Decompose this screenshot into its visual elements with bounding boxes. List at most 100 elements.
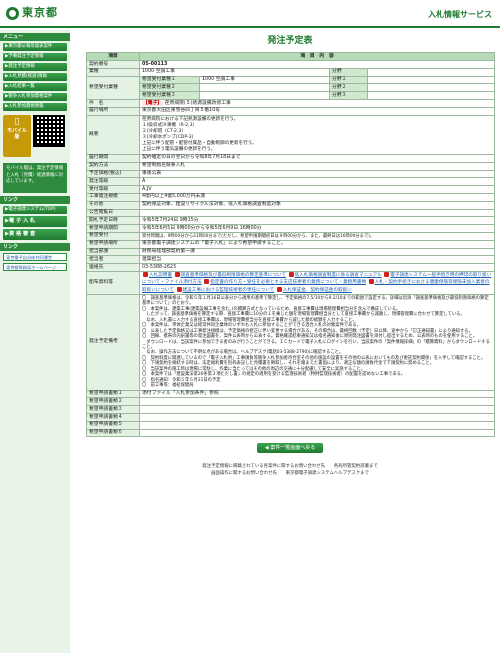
project-name: 【電子】 荏原病院(５)熱源設備改修工事 — [138, 98, 496, 108]
contract-number: 05-00113 — [138, 60, 496, 69]
hope1-label: 希望受付業種１ — [139, 75, 200, 85]
order-detail-table: 項目 項 目 内 容 契約番号 05-00113 業種 1000 空調工事 分野… — [86, 52, 496, 438]
row-label: 概要 — [86, 114, 140, 155]
row-label: 受付等級 — [86, 185, 140, 194]
pdf-icon — [384, 271, 390, 277]
field2-value — [366, 83, 496, 93]
tokyo-emblem-icon — [6, 6, 19, 20]
attachment-link[interactable]: 入札保証金、契約保証金の取扱い — [283, 288, 352, 293]
row-label: 希望申請書類１ — [86, 389, 140, 399]
opening-date: 令和5年7月24日 9時15分 — [138, 216, 496, 226]
page-title: 発注予定表 — [267, 36, 313, 46]
application-doc-6 — [138, 428, 496, 438]
remark-line: ダウンロードは、当該案件に参加できる者のみが行うことができる。ＩＣカードで電子入… — [142, 339, 490, 351]
project-name-text: 荏原病院(５)熱源設備改修工事 — [164, 100, 231, 106]
attachment-link[interactable]: 低入札価格調査制度に係る調査マニュアル — [295, 273, 382, 278]
sidebar-item-public-notice[interactable]: ▶東京都公報等発表案件 — [3, 43, 67, 51]
pdf-icon — [288, 271, 294, 277]
attachment-link[interactable]: 入札説明書 — [149, 273, 172, 278]
row-label: 連絡先 — [86, 263, 140, 272]
work-scale: 4億円以上4億5,000万円未満 — [138, 192, 496, 202]
tokyo-logo[interactable]: 東京都 — [6, 6, 58, 20]
sidebar-item-bid-progress[interactable]: ▶入札見積(経過)情報 — [3, 73, 67, 81]
back-button-area: ◀ 案件一覧画面へ戻る — [86, 443, 494, 454]
row-label: 発注等級 — [86, 177, 140, 187]
attachments: 入札説明書 調査基準価格及び最低制限価格の算定基準について 低入札価格調査制度に… — [138, 270, 496, 295]
row-label: 件 名 — [86, 98, 140, 108]
sidebar-item-qualified-bids[interactable]: ▶競争入札参加資格案件 — [3, 93, 67, 101]
remark-line: 〇 前工事等：福祉保健局 — [142, 383, 194, 389]
contract-method: 希望制指名競争入札 — [138, 161, 496, 171]
column-header-item: 項目 — [86, 52, 140, 61]
attachment-link[interactable]: 指定書の作り方・受任を必要とする支店技術者の業務について・業務用書類 — [210, 280, 366, 285]
page-header: 東京都 入札情報サービス — [0, 0, 500, 28]
pdf-icon — [276, 286, 282, 292]
sidebar-item-qualification-review[interactable]: ▶資 格 審 査 — [3, 229, 67, 240]
field-label: 分野 — [329, 67, 368, 77]
mobile-link[interactable]: ▯ モバイル版 — [3, 115, 31, 157]
row-label: 希望申請書類２ — [86, 397, 140, 407]
pdf-icon — [176, 286, 182, 292]
row-label: 配布資料等 — [86, 270, 140, 295]
other-info: 契約保証対象、建設リサイクル法対象、低入札価格調査制度対象 — [138, 200, 496, 210]
row-label: 希望申請書類５ — [86, 420, 140, 430]
row-label: 工事発注規模 — [86, 192, 140, 202]
row-label: 公告閲覧日 — [86, 208, 140, 218]
link-finance-bureau[interactable]: 東京都財務局ホームページ — [3, 263, 67, 271]
sidebar-links-header: リンク — [0, 196, 70, 204]
row-label: 希望申請期間 — [86, 224, 140, 233]
row-label: 希望受付業種 — [86, 75, 140, 100]
sidebar-menu-header: メニュー — [0, 33, 70, 41]
sidebar-item-order-schedule[interactable]: ▶発注予定情報 — [3, 63, 67, 71]
remark-line: 〇 回線、携帯の内訳書等の発注図書を、案件公表時から公表する。資格確認結果通知又… — [142, 334, 478, 340]
row-label: 希望申請書類６ — [86, 428, 140, 438]
row-label: 発注予定備考 — [86, 293, 140, 391]
remark-line: 〇 調査基準価格は、令和５年１月16日公表分から適用の基準で算定し、予定価格の7… — [142, 295, 489, 307]
summary: 荏原病院における下記熱源設備の更新を行う。 １)吸収式冷凍機（R-2,3） ２)… — [138, 114, 496, 155]
sidebar-item-bid-results[interactable]: ▶入札結果一覧 — [3, 83, 67, 91]
logo-text: 東京都 — [22, 6, 58, 20]
mobile-label: モバイル版 — [6, 127, 27, 140]
row-label: 希望申請場所 — [86, 239, 140, 249]
hope2-value — [199, 83, 330, 93]
work-location: 東京都大田区東雪谷四丁目５番10号 — [138, 106, 496, 116]
mobile-note: モバイル版は、発注予定情報と入札（見積）経過情報に対応しています。 — [3, 163, 67, 193]
application-doc-5 — [138, 420, 496, 430]
work-period: 契約確定の日の翌日から令和8年7月18日まで — [138, 153, 496, 163]
row-label: 希望申請書類４ — [86, 413, 140, 422]
sidebar-item-qualification-info[interactable]: ▶入札参加資格情報 — [3, 103, 67, 111]
row-label: 契約番号 — [86, 60, 140, 69]
qr-code-icon — [33, 115, 65, 147]
pdf-icon — [368, 279, 374, 285]
sidebar-item-e-bidding[interactable]: ▶電 子 入 札 — [3, 216, 67, 227]
link-tokyo-e-government[interactable]: 東京電子自治体共同運営 — [3, 253, 67, 261]
sidebar-item-preliminary-order[interactable]: ▶予備発注予定情報 — [3, 53, 67, 61]
row-label: 担当部課 — [86, 247, 140, 257]
contact-phone: 03-5388-2623 — [138, 263, 496, 272]
hope3-label: 希望受付業種３ — [139, 91, 200, 100]
row-label: その他 — [86, 200, 140, 210]
application-doc-2 — [138, 397, 496, 407]
footer-helpdesk-line: 画面操作に関するお問い合わせ先 東京都電子調達システムヘルプデスクまで — [211, 471, 369, 477]
attachment-link[interactable]: 建設工事における監理技術者の専任について — [183, 288, 275, 293]
remark-line: したがって、調査基準価格を算定する際、直接工事費に10分の１を乗じた額を現場管理… — [142, 312, 465, 318]
industry-type: 1000 空調工事 — [139, 67, 330, 77]
field3-value — [366, 91, 496, 100]
sidebar-item-procurement-top[interactable]: ▶電子調達システム(TOP) — [3, 206, 67, 214]
row-label: 担当者 — [86, 255, 140, 265]
field1-value — [366, 75, 496, 85]
summary-line: 上記に伴う電気設備の更新を行う。 — [142, 146, 216, 152]
back-button-label: 案件一覧画面へ戻る — [270, 445, 316, 452]
site-title: 入札情報サービス — [428, 10, 492, 19]
pdf-icon — [204, 279, 210, 285]
row-label: 業種 — [86, 67, 140, 77]
sidebar-site-links-header: リンク — [0, 243, 70, 251]
field-value — [366, 67, 496, 77]
pdf-icon — [174, 271, 180, 277]
attachment-link[interactable]: 調査基準価格及び最低制限価格の算定基準について — [181, 273, 287, 278]
back-to-list-button[interactable]: ◀ 案件一覧画面へ戻る — [256, 443, 324, 454]
row-label: 契約方法 — [86, 161, 140, 171]
pdf-icon — [143, 271, 148, 277]
mobile-section: ▯ モバイル版 — [3, 115, 67, 161]
person-in-charge: 建築担当 — [138, 255, 496, 265]
